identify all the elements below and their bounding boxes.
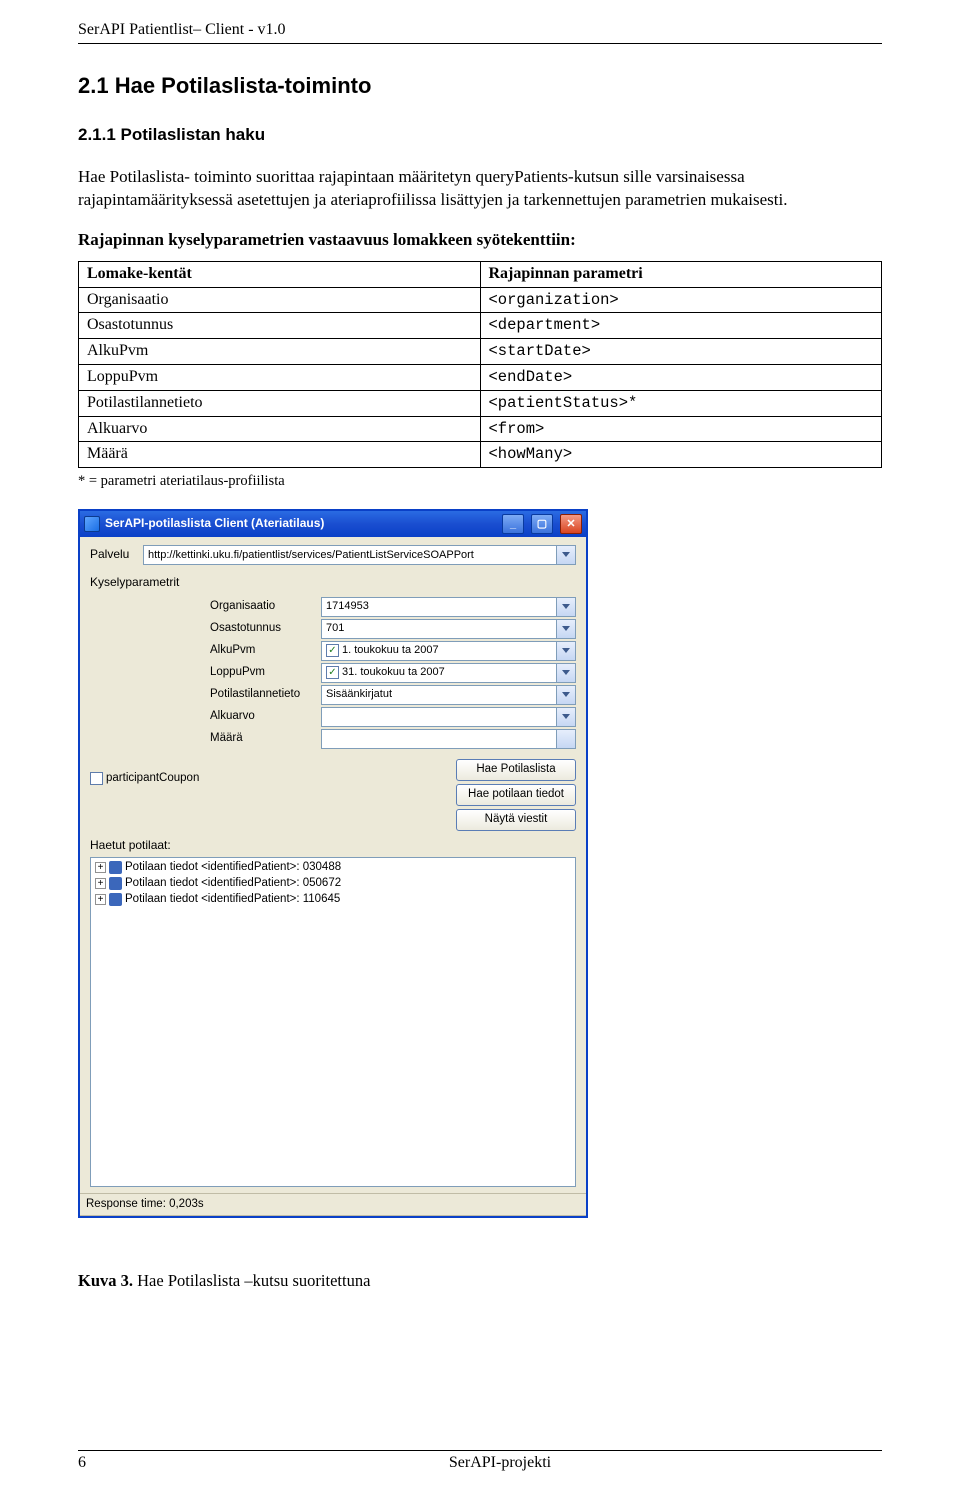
chevron-down-icon	[562, 692, 570, 697]
status-bar: Response time: 0,203s	[80, 1193, 586, 1216]
table-row: Määrä<howMany>	[79, 442, 882, 468]
chevron-down-icon	[562, 714, 570, 719]
node-icon	[109, 893, 122, 906]
heading-main: 2.1 Hae Potilaslista-toiminto	[78, 72, 882, 101]
paragraph-intro: Hae Potilaslista- toiminto suorittaa raj…	[78, 166, 882, 210]
close-button[interactable]: ✕	[560, 514, 582, 534]
project-name: SerAPI-projekti	[118, 1453, 882, 1474]
chevron-down-icon	[562, 626, 570, 631]
osastotunnus-dropdown[interactable]: 701	[321, 619, 576, 639]
chevron-down-icon	[562, 670, 570, 675]
param-cell: <startDate>	[480, 339, 882, 365]
field-label: Organisaatio	[210, 599, 315, 614]
loppupvm-dropdown[interactable]: ✓31. toukokuu ta 2007	[321, 663, 576, 683]
document-header: SerAPI Patientlist– Client - v1.0	[78, 20, 882, 44]
hae-potilaan-tiedot-button[interactable]: Hae potilaan tiedot	[456, 784, 576, 806]
table-row: Osastotunnus<department>	[79, 313, 882, 339]
minimize-button[interactable]: _	[502, 514, 524, 534]
app-icon	[84, 516, 100, 532]
field-value: 701	[326, 621, 344, 635]
tree-item-label: Potilaan tiedot <identifiedPatient>: 030…	[125, 860, 341, 875]
alkuarvo-dropdown[interactable]	[321, 707, 576, 727]
field-value: 1714953	[326, 599, 369, 613]
field-cell: Osastotunnus	[79, 313, 481, 339]
table-row: Potilastilannetieto<patientStatus>*	[79, 390, 882, 416]
expand-icon[interactable]: +	[95, 862, 106, 873]
param-cell: <howMany>	[480, 442, 882, 468]
maara-input[interactable]	[321, 729, 576, 749]
tree-item-label: Potilaan tiedot <identifiedPatient>: 110…	[125, 892, 340, 907]
table-header-field: Lomake-kentät	[79, 261, 481, 287]
tree-item[interactable]: + Potilaan tiedot <identifiedPatient>: 11…	[93, 892, 573, 908]
table-header-param: Rajapinnan parametri	[480, 261, 882, 287]
dialog-window: SerAPI-potilaslista Client (Ateriatilaus…	[78, 509, 588, 1218]
field-cell: LoppuPvm	[79, 364, 481, 390]
nayta-viestit-button[interactable]: Näytä viestit	[456, 809, 576, 831]
table-intro: Rajapinnan kyselyparametrien vastaavuus …	[78, 229, 882, 251]
field-label: Alkuarvo	[210, 709, 315, 724]
field-cell: Potilastilannetieto	[79, 390, 481, 416]
hae-potilaslista-button[interactable]: Hae Potilaslista	[456, 759, 576, 781]
expand-icon[interactable]: +	[95, 894, 106, 905]
table-footnote: * = parametri ateriatilaus-profiilista	[78, 472, 882, 491]
palvelu-value: http://kettinki.uku.fi/patientlist/servi…	[148, 548, 474, 562]
param-cell: <department>	[480, 313, 882, 339]
field-cell: Alkuarvo	[79, 416, 481, 442]
kysely-header: Kyselyparametrit	[90, 575, 576, 591]
haetut-label: Haetut potilaat:	[90, 838, 576, 854]
participant-coupon-label: participantCoupon	[106, 771, 199, 786]
table-row: LoppuPvm<endDate>	[79, 364, 882, 390]
potilastilannetieto-dropdown[interactable]: Sisäänkirjatut	[321, 685, 576, 705]
tree-item[interactable]: + Potilaan tiedot <identifiedPatient>: 05…	[93, 876, 573, 892]
palvelu-label: Palvelu	[90, 547, 143, 563]
table-row: Organisaatio<organization>	[79, 287, 882, 313]
chevron-down-icon	[562, 552, 570, 557]
table-row: AlkuPvm<startDate>	[79, 339, 882, 365]
page-number: 6	[78, 1453, 118, 1474]
field-label: Määrä	[210, 731, 315, 746]
tree-item-label: Potilaan tiedot <identifiedPatient>: 050…	[125, 876, 341, 891]
maximize-button[interactable]: ▢	[531, 514, 553, 534]
field-cell: AlkuPvm	[79, 339, 481, 365]
checkbox-icon[interactable]: ✓	[326, 644, 339, 657]
param-cell: <organization>	[480, 287, 882, 313]
field-cell: Määrä	[79, 442, 481, 468]
node-icon	[109, 877, 122, 890]
chevron-down-icon	[562, 604, 570, 609]
node-icon	[109, 861, 122, 874]
participant-coupon-checkbox[interactable]	[90, 772, 103, 785]
form-grid: Organisaatio 1714953 Osastotunnus 701 Alku…	[210, 597, 576, 749]
field-cell: Organisaatio	[79, 287, 481, 313]
titlebar[interactable]: SerAPI-potilaslista Client (Ateriatilaus…	[80, 511, 586, 537]
parameter-table: Lomake-kentät Rajapinnan parametri Organ…	[78, 261, 882, 468]
figure-caption: Kuva 3. Hae Potilaslista –kutsu suoritet…	[78, 1270, 882, 1291]
expand-icon[interactable]: +	[95, 878, 106, 889]
param-cell: <endDate>	[480, 364, 882, 390]
field-label: AlkuPvm	[210, 643, 315, 658]
field-label: Potilastilannetieto	[210, 687, 315, 702]
window-title: SerAPI-potilaslista Client (Ateriatilaus…	[105, 516, 324, 532]
field-label: Osastotunnus	[210, 621, 315, 636]
palvelu-dropdown[interactable]: http://kettinki.uku.fi/patientlist/servi…	[143, 545, 576, 565]
checkbox-icon[interactable]: ✓	[326, 666, 339, 679]
alkupvm-dropdown[interactable]: ✓1. toukokuu ta 2007	[321, 641, 576, 661]
field-label: LoppuPvm	[210, 665, 315, 680]
document-footer: 6 SerAPI-projekti	[78, 1450, 882, 1474]
chevron-down-icon	[562, 648, 570, 653]
caption-text: Hae Potilaslista –kutsu suoritettuna	[133, 1271, 370, 1290]
caption-label: Kuva 3.	[78, 1271, 133, 1290]
heading-sub: 2.1.1 Potilaslistan haku	[78, 124, 882, 146]
tree-item[interactable]: + Potilaan tiedot <identifiedPatient>: 03…	[93, 860, 573, 876]
table-row: Alkuarvo<from>	[79, 416, 882, 442]
param-cell: <patientStatus>*	[480, 390, 882, 416]
field-value: Sisäänkirjatut	[326, 687, 392, 701]
field-value: 31. toukokuu ta 2007	[342, 665, 445, 679]
organisaatio-dropdown[interactable]: 1714953	[321, 597, 576, 617]
param-cell: <from>	[480, 416, 882, 442]
results-treeview[interactable]: + Potilaan tiedot <identifiedPatient>: 03…	[90, 857, 576, 1187]
field-value: 1. toukokuu ta 2007	[342, 643, 439, 657]
